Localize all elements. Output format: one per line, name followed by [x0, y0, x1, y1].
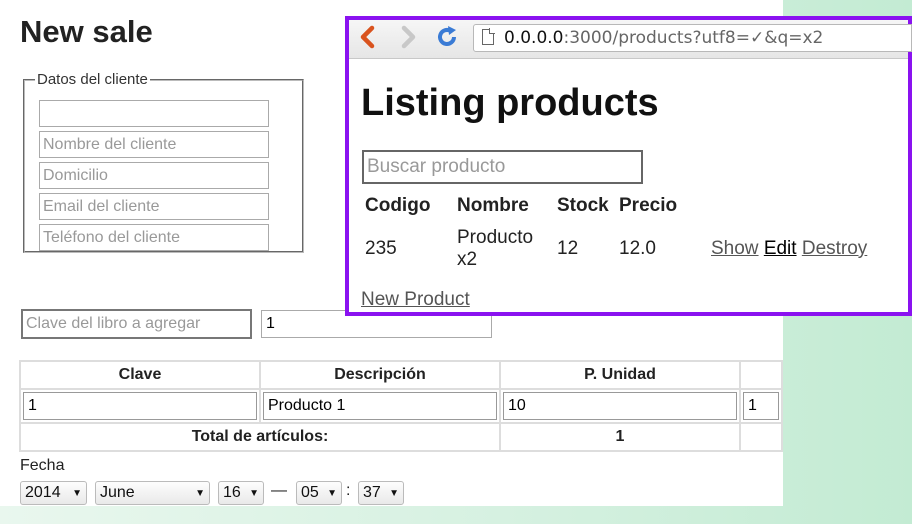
table-cell	[499, 388, 741, 424]
listing-title: Listing products	[361, 82, 659, 124]
book-key-input[interactable]	[21, 309, 252, 339]
month-select[interactable]: June ▼	[95, 481, 210, 505]
client-legend: Datos del cliente	[37, 71, 148, 88]
fecha-label: Fecha	[20, 457, 65, 474]
year-value: 2014	[25, 484, 61, 501]
column-header-stock: Stock	[557, 195, 609, 216]
total-value: 1	[499, 422, 741, 452]
cell-precio: 12.0	[619, 238, 656, 259]
total-row: Total de artículos: 1	[19, 422, 783, 452]
client-address-field[interactable]	[39, 162, 269, 189]
show-link[interactable]: Show	[711, 238, 759, 259]
row-p-unidad-input[interactable]	[503, 392, 737, 420]
day-select[interactable]: 16 ▼	[218, 481, 264, 505]
hour-value: 05	[301, 484, 319, 501]
table-cell	[739, 422, 783, 452]
cell-codigo: 235	[365, 238, 397, 259]
minute-select[interactable]: 37 ▼	[358, 481, 404, 505]
destroy-link[interactable]: Destroy	[802, 238, 867, 259]
client-phone-field[interactable]	[39, 224, 269, 251]
sale-items-table: Clave Descripción P. Unidad Total de art…	[19, 360, 783, 452]
url-path: :3000/products?utf8=✓&q=x2	[563, 28, 824, 48]
time-separator: :	[346, 482, 351, 499]
products-table: Codigo Nombre Stock Precio 235 Producto …	[363, 193, 869, 273]
forward-arrow-icon[interactable]	[399, 25, 417, 55]
minute-value: 37	[363, 484, 381, 501]
dropdown-arrow-icon: ▼	[72, 487, 82, 499]
client-code-field[interactable]	[39, 100, 269, 127]
edit-link[interactable]: Edit	[764, 238, 797, 259]
client-email-field[interactable]	[39, 193, 269, 220]
new-product-link[interactable]: New Product	[361, 289, 470, 311]
browser-window: 0.0.0.0:3000/products?utf8=✓&q=x2 Listin…	[345, 16, 912, 316]
day-value: 16	[223, 484, 241, 501]
hour-select[interactable]: 05 ▼	[296, 481, 342, 505]
dropdown-arrow-icon: ▼	[195, 487, 205, 499]
row-descripcion-input[interactable]	[263, 392, 497, 420]
column-header-precio: Precio	[619, 195, 678, 216]
url-host: 0.0.0.0	[504, 28, 564, 48]
table-cell	[19, 388, 261, 424]
total-label: Total de artículos:	[19, 422, 501, 452]
url-bar[interactable]: 0.0.0.0:3000/products?utf8=✓&q=x2	[473, 24, 912, 52]
browser-toolbar: 0.0.0.0:3000/products?utf8=✓&q=x2	[349, 20, 912, 59]
month-value: June	[100, 484, 135, 501]
column-header-extra	[739, 360, 783, 390]
page-icon	[482, 28, 495, 45]
page-title: New sale	[20, 14, 153, 49]
dropdown-arrow-icon: ▼	[389, 487, 399, 499]
table-header-row: Codigo Nombre Stock Precio	[363, 193, 869, 225]
cell-nombre: Producto x2	[457, 227, 534, 270]
back-arrow-icon[interactable]	[359, 25, 377, 55]
cell-actions: Show Edit Destroy	[685, 225, 869, 273]
column-header-nombre: Nombre	[457, 195, 529, 216]
cell-stock: 12	[557, 238, 579, 259]
dropdown-arrow-icon: ▼	[249, 487, 259, 499]
column-header-actions	[685, 193, 869, 225]
table-row: 235 Producto x2 12 12.0 Show Edit Destro…	[363, 225, 869, 273]
table-row	[19, 388, 783, 424]
column-header-codigo: Codigo	[365, 195, 431, 216]
product-search-input[interactable]	[362, 150, 643, 184]
dropdown-arrow-icon: ▼	[327, 487, 337, 499]
client-name-field[interactable]	[39, 131, 269, 158]
column-header-p-unidad: P. Unidad	[499, 360, 741, 390]
year-select[interactable]: 2014 ▼	[20, 481, 87, 505]
column-header-descripcion: Descripción	[259, 360, 501, 390]
table-cell	[739, 388, 783, 424]
reload-icon[interactable]	[435, 25, 459, 55]
column-header-clave: Clave	[19, 360, 261, 390]
table-cell	[259, 388, 501, 424]
table-header-row: Clave Descripción P. Unidad	[19, 360, 783, 390]
date-time-separator: —	[271, 482, 287, 499]
row-cantidad-input[interactable]	[743, 392, 779, 420]
row-clave-input[interactable]	[23, 392, 257, 420]
